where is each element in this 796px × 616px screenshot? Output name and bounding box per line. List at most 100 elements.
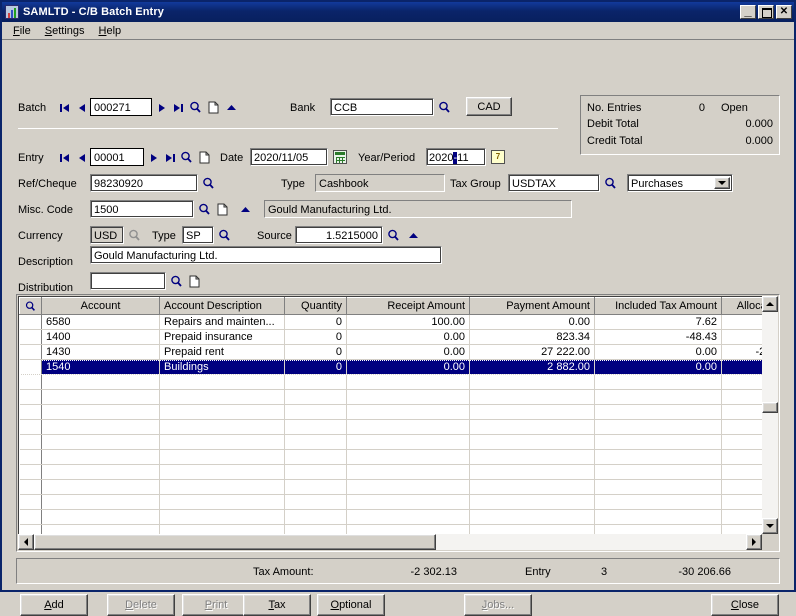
cell-quantity[interactable] [284,404,347,420]
cell-quantity[interactable]: 0 [284,344,347,360]
vscroll-up-button[interactable] [762,296,778,312]
row-selector-cell[interactable] [19,404,42,420]
cell-payment_amount[interactable] [469,509,595,525]
cell-quantity[interactable] [284,434,347,450]
next-record-icon[interactable] [154,100,169,115]
cell-account[interactable] [41,404,160,420]
bank-code-field[interactable]: CCB [330,98,434,116]
table-row[interactable]: 1400Prepaid insurance00.00823.34-48.43-6… [19,329,777,345]
cell-account_description[interactable] [159,449,285,465]
tax-group-magnifier-icon[interactable] [603,176,618,191]
cell-included_tax_amount[interactable]: 0.00 [594,344,722,360]
cell-account_description[interactable] [159,404,285,420]
table-row[interactable] [19,464,777,480]
misc-code-zoom-up-icon[interactable] [238,202,253,217]
cell-account[interactable] [41,419,160,435]
misc-code-document-icon[interactable] [215,202,230,217]
row-selector-cell[interactable] [19,479,42,495]
cell-included_tax_amount[interactable] [594,434,722,450]
table-row[interactable] [19,449,777,465]
last-record-icon[interactable] [170,100,185,115]
cell-receipt_amount[interactable] [346,389,470,405]
cell-included_tax_amount[interactable] [594,479,722,495]
cell-account_description[interactable] [159,509,285,525]
cell-account_description[interactable]: Prepaid rent [159,344,285,360]
cell-included_tax_amount[interactable] [594,374,722,390]
cell-receipt_amount[interactable]: 100.00 [346,314,470,330]
cell-payment_amount[interactable] [469,419,595,435]
table-row[interactable] [19,374,777,390]
cell-receipt_amount[interactable] [346,434,470,450]
cell-account[interactable]: 1400 [41,329,160,345]
ref-cheque-field[interactable]: 98230920 [90,174,198,192]
cell-account[interactable] [41,434,160,450]
cell-payment_amount[interactable]: 0.00 [469,314,595,330]
tax-class-combobox[interactable]: Purchases [627,174,733,192]
row-selector-cell[interactable] [19,449,42,465]
rate-type-magnifier-icon[interactable] [217,228,232,243]
cell-receipt_amount[interactable] [346,449,470,465]
cell-payment_amount[interactable]: 27 222.00 [469,344,595,360]
entry-number-field[interactable]: 00001 [90,148,144,166]
row-selector-cell[interactable] [19,374,42,390]
cell-included_tax_amount[interactable]: -48.43 [594,329,722,345]
year-period-field[interactable]: 2020-11 [426,148,486,166]
date-field[interactable]: 2020/11/05 [250,148,328,166]
column-header-account[interactable]: Account [41,297,160,315]
cell-quantity[interactable]: 0 [284,314,347,330]
add-button[interactable]: Add [20,594,88,616]
table-row[interactable] [19,404,777,420]
grid-horizontal-scrollbar[interactable] [18,534,762,550]
row-selector-cell[interactable] [19,494,42,510]
detail-grid[interactable]: Account Account Description Quantity Receip… [16,294,780,552]
entry-find-magnifier-icon[interactable] [179,150,194,165]
first-record-icon[interactable] [58,100,73,115]
chevron-down-icon[interactable] [714,177,730,189]
batch-number-field[interactable]: 000271 [90,98,152,116]
distribution-magnifier-icon[interactable] [169,274,184,289]
row-selector-cell[interactable] [19,464,42,480]
cell-payment_amount[interactable] [469,464,595,480]
cell-account[interactable] [41,374,160,390]
tax-group-field[interactable]: USDTAX [508,174,600,192]
tax-button[interactable]: Tax [243,594,311,616]
maximize-button[interactable] [758,5,774,19]
cell-account[interactable]: 6580 [41,314,160,330]
cell-quantity[interactable] [284,479,347,495]
previous-record-icon[interactable] [75,100,90,115]
date-calendar-icon[interactable] [333,150,347,164]
cell-included_tax_amount[interactable] [594,404,722,420]
row-selector-cell[interactable] [19,434,42,450]
source-rate-field[interactable]: 1.5215000 [295,226,383,244]
column-header-quantity[interactable]: Quantity [284,297,347,315]
cell-receipt_amount[interactable] [346,494,470,510]
cell-receipt_amount[interactable] [346,419,470,435]
table-row[interactable] [19,389,777,405]
rate-type-field[interactable]: SP [182,226,214,244]
cell-payment_amount[interactable]: 2 882.00 [469,359,595,375]
cell-account[interactable] [41,494,160,510]
new-batch-document-icon[interactable] [206,100,221,115]
period-calendar-icon[interactable]: 7 [491,150,505,164]
cell-account[interactable] [41,464,160,480]
cell-payment_amount[interactable] [469,434,595,450]
cell-account[interactable]: 1540 [41,359,160,375]
entry-next-record-icon[interactable] [146,150,161,165]
cell-account[interactable]: 1430 [41,344,160,360]
cell-quantity[interactable] [284,449,347,465]
cell-receipt_amount[interactable]: 0.00 [346,329,470,345]
source-rate-zoom-up-icon[interactable] [406,228,421,243]
cell-receipt_amount[interactable] [346,404,470,420]
cell-account_description[interactable] [159,419,285,435]
cell-account[interactable] [41,449,160,465]
misc-code-magnifier-icon[interactable] [197,202,212,217]
table-row[interactable]: 6580 Repairs and mainten... 0 100.00 0.00 7.6… [19,314,777,330]
misc-code-field[interactable]: 1500 [90,200,194,218]
table-row[interactable] [19,419,777,435]
cell-account_description[interactable] [159,479,285,495]
close-button[interactable]: Close [711,594,779,616]
cell-quantity[interactable] [284,494,347,510]
cell-quantity[interactable] [284,464,347,480]
row-selector-cell[interactable] [19,419,42,435]
cell-quantity[interactable] [284,374,347,390]
